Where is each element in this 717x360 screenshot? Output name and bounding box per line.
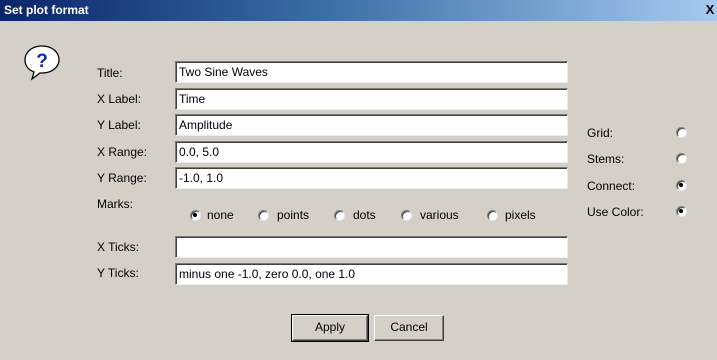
grid-toggle[interactable] bbox=[676, 127, 687, 138]
question-glyph: ? bbox=[36, 51, 48, 72]
marks-points-label: points bbox=[277, 208, 310, 222]
ylabel-label: Y Label: bbox=[97, 118, 141, 132]
stems-toggle[interactable] bbox=[676, 153, 687, 164]
xlabel-field[interactable] bbox=[175, 88, 568, 110]
xrange-label: X Range: bbox=[97, 145, 148, 159]
marks-none-label: none bbox=[207, 208, 234, 222]
title-field[interactable] bbox=[175, 61, 568, 83]
set-plot-format-dialog: Set plot format X ? Title: X Label: Y La… bbox=[0, 0, 717, 360]
yrange-field[interactable] bbox=[175, 167, 568, 189]
marks-label: Marks: bbox=[97, 197, 133, 211]
ylabel-field[interactable] bbox=[175, 114, 568, 136]
marks-pixels-radio[interactable] bbox=[487, 210, 498, 221]
xrange-field[interactable] bbox=[175, 141, 568, 163]
apply-button[interactable]: Apply bbox=[291, 314, 369, 342]
title-label: Title: bbox=[97, 66, 123, 80]
xticks-field[interactable] bbox=[175, 236, 568, 258]
marks-dots-radio[interactable] bbox=[334, 210, 345, 221]
yticks-label: Y Ticks: bbox=[97, 266, 139, 280]
marks-various-label: various bbox=[420, 208, 459, 222]
title-bar[interactable]: Set plot format X bbox=[0, 0, 717, 21]
marks-none-radio[interactable] bbox=[190, 210, 201, 221]
use-color-label: Use Color: bbox=[587, 205, 644, 219]
marks-various-radio[interactable] bbox=[401, 210, 412, 221]
connect-toggle[interactable] bbox=[676, 180, 687, 191]
connect-label: Connect: bbox=[587, 179, 636, 193]
yrange-label: Y Range: bbox=[97, 171, 147, 185]
close-button[interactable]: X bbox=[703, 2, 717, 18]
marks-points-radio[interactable] bbox=[258, 210, 269, 221]
stems-label: Stems: bbox=[587, 152, 625, 166]
cancel-button[interactable]: Cancel bbox=[374, 315, 444, 341]
yticks-field[interactable] bbox=[175, 263, 568, 285]
grid-label: Grid: bbox=[587, 126, 614, 140]
xlabel-label: X Label: bbox=[97, 92, 142, 106]
marks-dots-label: dots bbox=[353, 208, 376, 222]
window-title: Set plot format bbox=[4, 3, 89, 17]
use-color-toggle[interactable] bbox=[676, 206, 687, 217]
xticks-label: X Ticks: bbox=[97, 240, 140, 254]
marks-pixels-label: pixels bbox=[505, 208, 536, 222]
question-icon: ? bbox=[24, 45, 60, 81]
